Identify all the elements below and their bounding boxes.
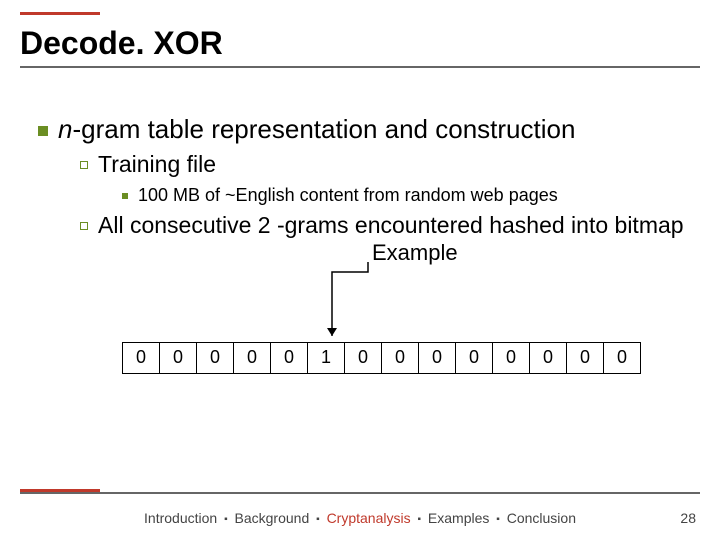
- lvl1-rest: -gram table representation and construct…: [72, 114, 575, 144]
- footer-breadcrumb: Introduction ▪ Background ▪ Cryptanalysi…: [0, 510, 720, 526]
- bitmap-cell: 0: [344, 342, 382, 374]
- bullet-lvl1: n-gram table representation and construc…: [38, 114, 690, 145]
- bitmap-cell: 0: [122, 342, 160, 374]
- italic-n: n: [58, 114, 72, 144]
- slide: Decode. XOR n-gram table representation …: [0, 0, 720, 540]
- bitmap-cell: 0: [233, 342, 271, 374]
- title-accent-line: [20, 12, 100, 15]
- bitmap-cell: 1: [307, 342, 345, 374]
- bullet-lvl2b-text: All consecutive 2 -grams encountered has…: [98, 212, 684, 240]
- footer-conclusion: Conclusion: [507, 510, 576, 526]
- dot-icon: ▪: [414, 514, 424, 525]
- dot-icon: ▪: [313, 514, 323, 525]
- bitmap-table: 0 0 0 0 0 1 0 0 0 0 0 0 0 0: [122, 342, 641, 374]
- slide-title: Decode. XOR: [20, 17, 700, 62]
- footer-cryptanalysis: Cryptanalysis: [327, 510, 411, 526]
- bitmap-cell: 0: [492, 342, 530, 374]
- arrow-icon: [308, 256, 388, 346]
- bullet-lvl2a-text: Training file: [98, 151, 216, 179]
- bullet-lvl1-text: n-gram table representation and construc…: [58, 114, 575, 145]
- bitmap-cell: 0: [381, 342, 419, 374]
- page-number: 28: [680, 510, 696, 526]
- title-area: Decode. XOR: [20, 17, 700, 68]
- bitmap-cell: 0: [566, 342, 604, 374]
- bullet-lvl2-training: Training file: [80, 151, 690, 179]
- content-area: n-gram table representation and construc…: [20, 74, 700, 240]
- bitmap-cell: 0: [418, 342, 456, 374]
- open-square-bullet-icon: [80, 222, 88, 230]
- square-bullet-icon: [38, 126, 48, 136]
- open-square-bullet-icon: [80, 161, 88, 169]
- bitmap-cell: 0: [603, 342, 641, 374]
- dot-icon: ▪: [493, 514, 503, 525]
- bullet-lvl3: 100 MB of ~English content from random w…: [122, 185, 690, 207]
- bitmap-cell: 0: [529, 342, 567, 374]
- footer-divider: [20, 492, 700, 494]
- square-bullet-icon: [122, 193, 128, 199]
- bullet-lvl3a-text: 100 MB of ~English content from random w…: [138, 185, 558, 207]
- bullet-lvl2-hashed: All consecutive 2 -grams encountered has…: [80, 212, 690, 240]
- bitmap-cell: 0: [270, 342, 308, 374]
- footer-intro: Introduction: [144, 510, 217, 526]
- bitmap-cell: 0: [159, 342, 197, 374]
- bitmap-cell: 0: [455, 342, 493, 374]
- bitmap-cell: 0: [196, 342, 234, 374]
- footer-examples: Examples: [428, 510, 489, 526]
- dot-icon: ▪: [221, 514, 231, 525]
- footer-background: Background: [235, 510, 310, 526]
